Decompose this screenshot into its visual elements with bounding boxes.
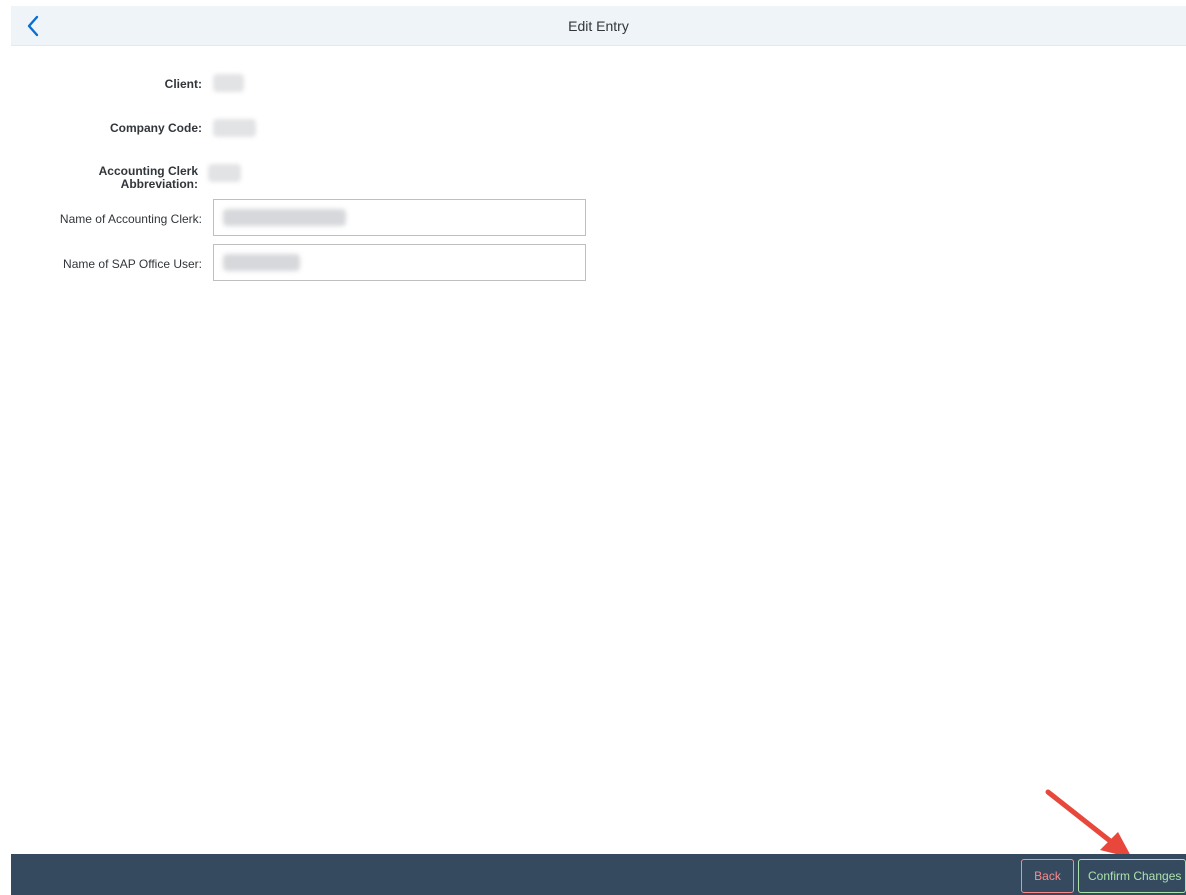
page-title: Edit Entry [568, 18, 629, 34]
clerk-name-value [223, 209, 346, 226]
page-header: Edit Entry [11, 6, 1186, 46]
company-code-value [213, 119, 256, 137]
footer-toolbar: Back Confirm Changes [11, 854, 1186, 895]
company-code-label: Company Code: [109, 121, 202, 135]
client-label: Client: [164, 77, 202, 91]
office-user-input[interactable] [213, 244, 586, 281]
back-button[interactable]: Back [1021, 859, 1074, 893]
clerk-abbreviation-label-line2: Abbreviation: [120, 177, 198, 191]
office-user-value [223, 254, 300, 271]
clerk-name-label: Name of Accounting Clerk: [59, 212, 202, 226]
client-value [213, 74, 244, 92]
clerk-abbreviation-label: Accounting Clerk Abbreviation: [99, 165, 198, 191]
confirm-changes-button[interactable]: Confirm Changes [1078, 859, 1186, 893]
annotation-arrow-icon [1045, 789, 1132, 858]
office-user-label: Name of SAP Office User: [63, 257, 202, 271]
clerk-abbreviation-value [208, 164, 241, 182]
clerk-name-input[interactable] [213, 199, 586, 236]
page: Edit Entry Client: Company Code: Account… [0, 0, 1186, 895]
